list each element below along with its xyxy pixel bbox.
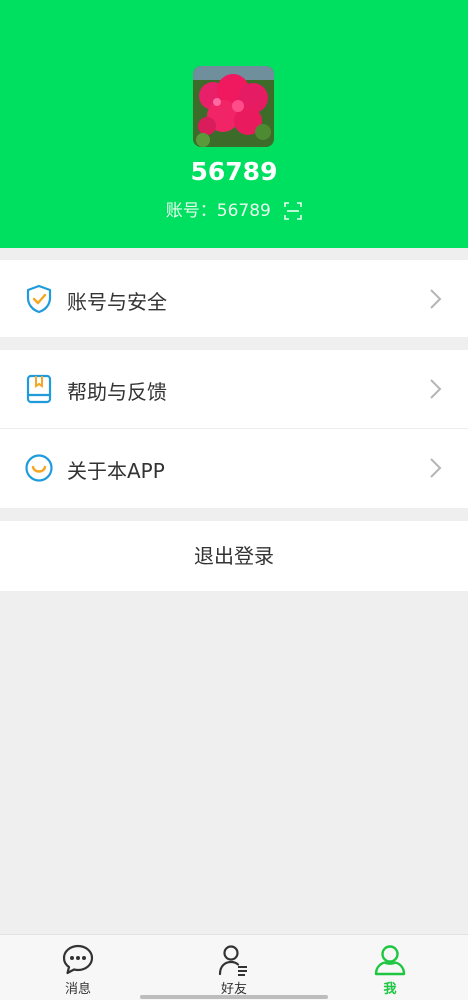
account-line: 账号：56789	[0, 200, 468, 222]
menu-label-about: 关于本APP	[67, 459, 165, 483]
logout-button[interactable]: 退出登录	[0, 521, 468, 591]
tab-messages[interactable]: 消息	[0, 935, 156, 1000]
menu-item-account-security[interactable]: 账号与安全	[0, 260, 468, 337]
bottom-nav: 消息 好友 我	[0, 934, 468, 1000]
shield-check-icon	[26, 284, 52, 314]
scan-qr-icon[interactable]	[284, 202, 303, 220]
friends-icon	[218, 945, 247, 976]
menu-label-security: 账号与安全	[67, 290, 167, 314]
username: 56789	[190, 157, 278, 186]
menu-item-help-feedback[interactable]: 帮助与反馈	[0, 350, 468, 428]
avatar[interactable]	[193, 66, 274, 147]
home-indicator[interactable]	[140, 995, 328, 999]
smile-icon	[25, 454, 53, 482]
account-id: 56789	[216, 201, 271, 221]
profile-screen: 56789 账号：56789 账号与安全 帮助与反馈 关于本APP 退出登录 消…	[0, 0, 468, 1000]
chat-bubble-icon	[62, 944, 94, 975]
profile-header: 56789 账号：56789	[0, 0, 468, 248]
book-icon	[26, 374, 52, 404]
account-label: 账号：	[165, 201, 217, 221]
chevron-right-icon	[430, 379, 442, 399]
tab-label-me: 我	[383, 982, 397, 997]
chevron-right-icon	[430, 289, 442, 309]
user-icon	[374, 945, 406, 976]
chevron-right-icon	[430, 458, 442, 478]
menu-item-about-app[interactable]: 关于本APP	[0, 429, 468, 508]
tab-me[interactable]: 我	[312, 935, 468, 1000]
tab-friends[interactable]: 好友	[156, 935, 312, 1000]
menu-label-help: 帮助与反馈	[67, 380, 167, 404]
tab-label-messages: 消息	[64, 982, 91, 997]
